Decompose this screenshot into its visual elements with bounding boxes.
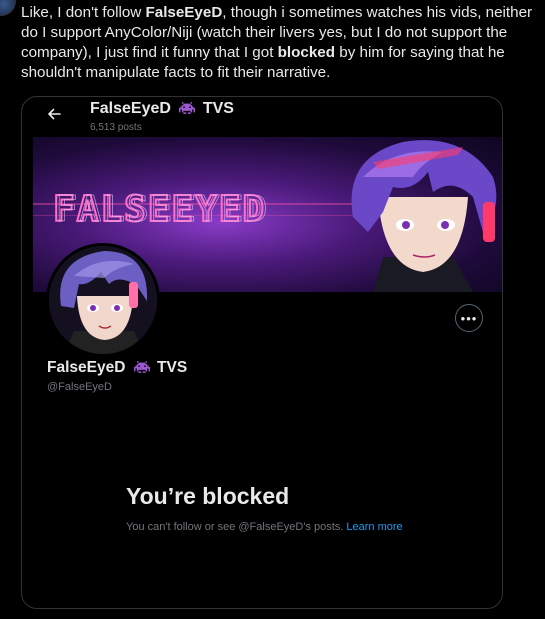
blocked-description: You can't follow or see @FalseEyeD's pos… bbox=[126, 521, 403, 533]
banner-character-art bbox=[351, 140, 497, 292]
profile-top-bar: FalseEyeD TVS 6,513 posts bbox=[22, 97, 502, 137]
back-arrow-icon[interactable] bbox=[46, 106, 62, 122]
svg-text:FALSEEYED: FALSEEYED bbox=[56, 189, 269, 230]
profile-display-name: FalseEyeD TVS bbox=[47, 359, 188, 376]
learn-more-link[interactable]: Learn more bbox=[346, 521, 402, 533]
embedded-profile-screenshot: FalseEyeD TVS 6,513 posts FALSEEYED FALS… bbox=[21, 96, 503, 609]
alien-invader-icon bbox=[133, 361, 150, 373]
alien-invader-icon bbox=[179, 102, 196, 114]
poster-avatar[interactable] bbox=[0, 0, 16, 16]
profile-avatar[interactable] bbox=[46, 243, 160, 357]
banner-logo: FALSEEYED FALSEEYED bbox=[33, 188, 373, 231]
top-bar-display-name: FalseEyeD TVS bbox=[90, 100, 234, 117]
more-horizontal-icon: ••• bbox=[460, 310, 478, 326]
profile-handle: @FalseEyeD bbox=[47, 381, 112, 393]
blocked-title: You’re blocked bbox=[126, 483, 290, 509]
avatar-character-art bbox=[49, 246, 157, 354]
post-text: Like, I don't follow FalseEyeD, though i… bbox=[21, 4, 533, 81]
post-count: 6,513 posts bbox=[90, 122, 142, 133]
more-options-button[interactable]: ••• bbox=[455, 304, 483, 332]
